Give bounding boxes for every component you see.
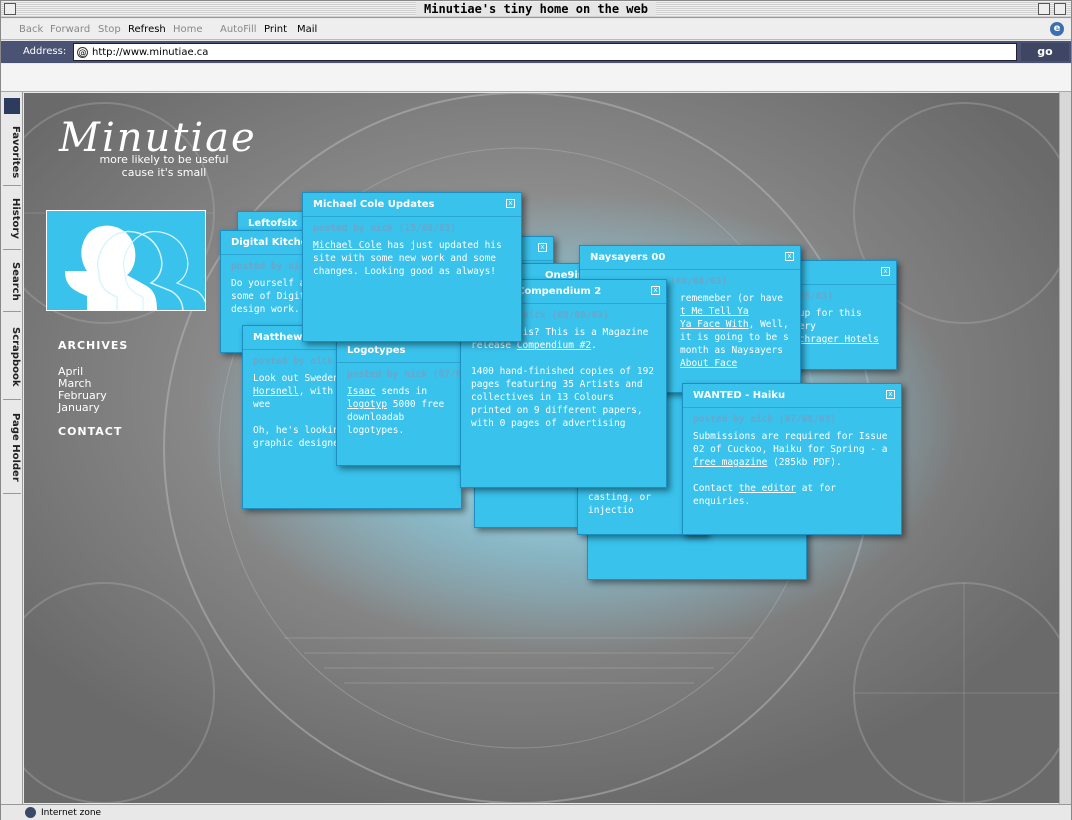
tab-favorites[interactable]: Favorites — [3, 120, 21, 186]
avatar — [46, 210, 206, 311]
page-content: Minutiae more likely to be useful cause … — [24, 93, 1059, 803]
refresh-button[interactable]: Refresh — [128, 24, 166, 35]
close-icon[interactable]: x — [785, 252, 794, 261]
tab-page-holder[interactable]: Page Holder — [3, 402, 21, 494]
close-icon[interactable]: x — [506, 199, 515, 208]
tab-history[interactable]: History — [3, 188, 21, 250]
address-bar: Address: @ http://www.minutiae.ca go — [1, 41, 1071, 63]
popup-logotypes[interactable]: Logotypes posted by nick (07/08 Isaac se… — [336, 338, 471, 466]
compendium-link[interactable]: Compendium #2 — [517, 340, 591, 351]
stop-button[interactable]: Stop — [98, 24, 121, 35]
browser-window: Minutiae's tiny home on the web Back For… — [0, 0, 1072, 820]
tagline: more likely to be useful cause it's smal… — [99, 153, 229, 179]
schrager-link[interactable]: Schrager Hotels — [793, 334, 879, 345]
about-face-link[interactable]: About Face — [680, 358, 737, 369]
forward-button[interactable]: Forward — [50, 24, 90, 35]
mail-button[interactable]: Mail — [297, 24, 317, 35]
popup-haiku[interactable]: WANTED - Haiku x posted by nick (07/08/03… — [682, 383, 902, 535]
explorer-bar-tabs: Favorites History Search Scrapbook Page … — [1, 92, 23, 804]
title-bar: Minutiae's tiny home on the web — [1, 1, 1071, 18]
print-button[interactable]: Print — [264, 24, 287, 35]
tab-search[interactable]: Search — [3, 252, 21, 312]
close-icon[interactable]: x — [538, 243, 547, 252]
archive-link-january[interactable]: January — [58, 401, 100, 414]
naysayers-link[interactable]: t Me Tell Ya — [680, 306, 749, 317]
at-icon: @ — [77, 47, 88, 58]
toolbar: Back Forward Stop Refresh Home AutoFill … — [1, 19, 1071, 40]
horsnell-link[interactable]: Horsnell — [253, 386, 299, 397]
back-button[interactable]: Back — [19, 24, 43, 35]
globe-icon — [25, 807, 36, 818]
scrollbar[interactable] — [1059, 92, 1071, 804]
naysayers-link-2[interactable]: Ya Face With — [680, 319, 749, 330]
close-icon[interactable]: x — [881, 267, 890, 276]
explorer-toggle-icon[interactable] — [4, 98, 20, 114]
home-button[interactable]: Home — [173, 24, 203, 35]
archives-heading: ARCHIVES — [58, 339, 129, 352]
isaac-link[interactable]: Isaac — [347, 386, 376, 397]
michael-cole-link[interactable]: Michael Cole — [313, 240, 382, 251]
close-icon[interactable]: x — [886, 390, 895, 399]
go-button[interactable]: go — [1021, 43, 1069, 61]
zone-label: Internet zone — [41, 808, 102, 818]
collapse-box-icon[interactable] — [1054, 3, 1066, 15]
contact-link[interactable]: CONTACT — [58, 425, 122, 438]
popup-michael-cole[interactable]: Michael Cole Updates x posted by nick (15… — [302, 192, 522, 342]
logotypes-link[interactable]: logotyp — [347, 399, 387, 410]
window-title: Minutiae's tiny home on the web — [416, 2, 656, 16]
address-field[interactable]: @ http://www.minutiae.ca — [73, 43, 1017, 61]
favorites-strip — [1, 64, 1071, 92]
address-url: http://www.minutiae.ca — [92, 47, 209, 58]
free-magazine-link[interactable]: free magazine — [693, 457, 767, 468]
status-bar: Internet zone — [1, 804, 1071, 820]
tab-scrapbook[interactable]: Scrapbook — [3, 314, 21, 400]
close-icon[interactable]: x — [651, 286, 660, 295]
zoom-box-icon[interactable] — [1038, 3, 1050, 15]
address-label: Address: — [23, 46, 67, 57]
autofill-button[interactable]: AutoFill — [220, 24, 257, 35]
ie-logo-icon: e — [1050, 22, 1064, 36]
editor-link[interactable]: the editor — [739, 483, 796, 494]
